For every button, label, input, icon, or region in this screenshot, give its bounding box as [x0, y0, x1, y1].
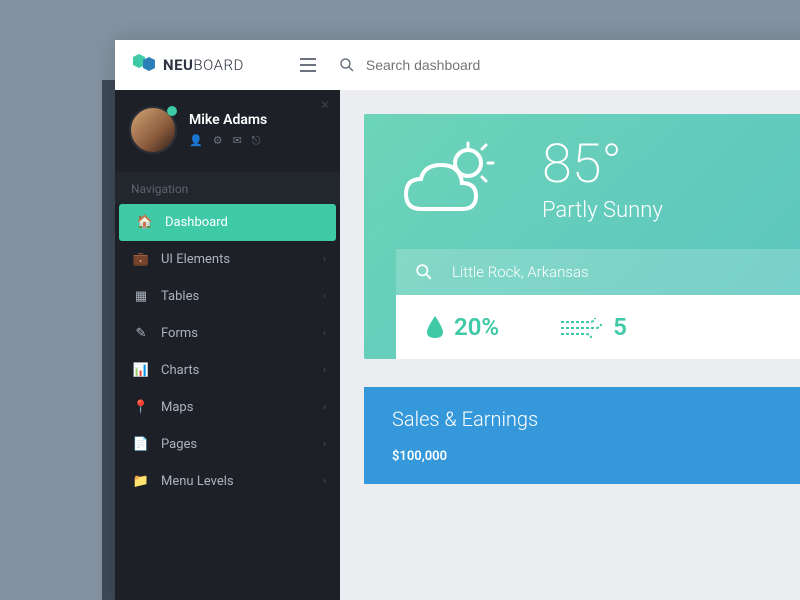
nav-item-label: UI Elements: [161, 252, 230, 267]
search-box: [340, 57, 546, 73]
chevron-right-icon: ›: [323, 439, 326, 450]
sidebar-item-ui-elements[interactable]: 💼 UI Elements ›: [115, 241, 340, 278]
chevron-right-icon: ›: [323, 254, 326, 265]
location-input[interactable]: Little Rock, Arkansas: [396, 249, 800, 295]
sidebar-item-dashboard[interactable]: 🏠 Dashboard: [119, 204, 336, 241]
mail-icon[interactable]: ✉: [233, 134, 242, 148]
avatar[interactable]: [129, 106, 177, 154]
close-icon[interactable]: ✕: [320, 98, 330, 112]
droplet-icon: [426, 316, 444, 338]
weather-condition: Partly Sunny: [542, 198, 663, 223]
chevron-right-icon: ›: [323, 291, 326, 302]
humidity-value: 20%: [454, 313, 499, 341]
hamburger-icon[interactable]: [300, 58, 316, 72]
sidebar-item-menu-levels[interactable]: 📁 Menu Levels ›: [115, 463, 340, 500]
app-window: NEUBOARD ✕ Mike Adams 👤 ⚙ ✉ ⎋: [115, 40, 800, 600]
logo-icon: [133, 54, 157, 76]
sidebar-item-tables[interactable]: ▦ Tables ›: [115, 278, 340, 315]
folder-icon: 📁: [131, 474, 151, 489]
temperature: 85°: [542, 138, 663, 192]
user-icon[interactable]: 👤: [189, 134, 203, 148]
search-input[interactable]: [366, 57, 546, 73]
wind-stat: 5: [559, 313, 627, 341]
file-icon: 📄: [131, 437, 151, 452]
logout-icon[interactable]: ⎋: [252, 134, 261, 148]
edit-icon: ✎: [131, 326, 151, 341]
nav-item-label: Forms: [161, 326, 198, 341]
nav-item-label: Maps: [161, 400, 193, 415]
nav-item-label: Tables: [161, 289, 199, 304]
profile-block: Mike Adams 👤 ⚙ ✉ ⎋: [115, 90, 340, 172]
search-icon: [340, 58, 354, 72]
chevron-right-icon: ›: [323, 365, 326, 376]
sales-title: Sales & Earnings: [392, 407, 776, 431]
weather-card: 85° Partly Sunny Little Rock, Arkansas 2…: [364, 114, 800, 359]
sidebar-item-maps[interactable]: 📍 Maps ›: [115, 389, 340, 426]
nav-list: 🏠 Dashboard 💼 UI Elements › ▦ Tables › ✎ Forms…: [115, 204, 340, 500]
nav-item-label: Menu Levels: [161, 474, 234, 489]
nav-item-label: Dashboard: [165, 215, 228, 230]
sales-value: $100,000: [392, 449, 776, 464]
sidebar: ✕ Mike Adams 👤 ⚙ ✉ ⎋ Navigation 🏠 Dashboa…: [115, 90, 340, 600]
briefcase-icon: 💼: [131, 252, 151, 267]
chevron-right-icon: ›: [323, 402, 326, 413]
search-icon: [416, 264, 432, 280]
profile-name: Mike Adams: [189, 112, 267, 128]
pin-icon: 📍: [131, 400, 151, 415]
chevron-right-icon: ›: [323, 476, 326, 487]
chart-icon: 📊: [131, 363, 151, 378]
home-icon: 🏠: [135, 215, 155, 230]
gear-icon[interactable]: ⚙: [213, 134, 223, 148]
wind-value: 5: [613, 313, 627, 341]
nav-item-label: Charts: [161, 363, 199, 378]
chevron-right-icon: ›: [323, 328, 326, 339]
humidity-stat: 20%: [426, 313, 499, 341]
profile-actions: 👤 ⚙ ✉ ⎋: [189, 134, 267, 148]
header: NEUBOARD: [115, 40, 800, 90]
weather-stats: 20% 5: [396, 295, 800, 359]
nav-item-label: Pages: [161, 437, 197, 452]
table-icon: ▦: [131, 289, 151, 304]
sidebar-item-pages[interactable]: 📄 Pages ›: [115, 426, 340, 463]
nav-section-label: Navigation: [115, 172, 340, 204]
sales-card: Sales & Earnings $100,000: [364, 387, 800, 484]
wind-icon: [559, 316, 603, 338]
logo[interactable]: NEUBOARD: [133, 54, 244, 76]
sidebar-item-forms[interactable]: ✎ Forms ›: [115, 315, 340, 352]
sidebar-item-charts[interactable]: 📊 Charts ›: [115, 352, 340, 389]
weather-icon: [396, 141, 506, 221]
logo-text: NEUBOARD: [163, 56, 244, 74]
main-content: 85° Partly Sunny Little Rock, Arkansas 2…: [340, 90, 800, 600]
location-text: Little Rock, Arkansas: [452, 263, 589, 281]
